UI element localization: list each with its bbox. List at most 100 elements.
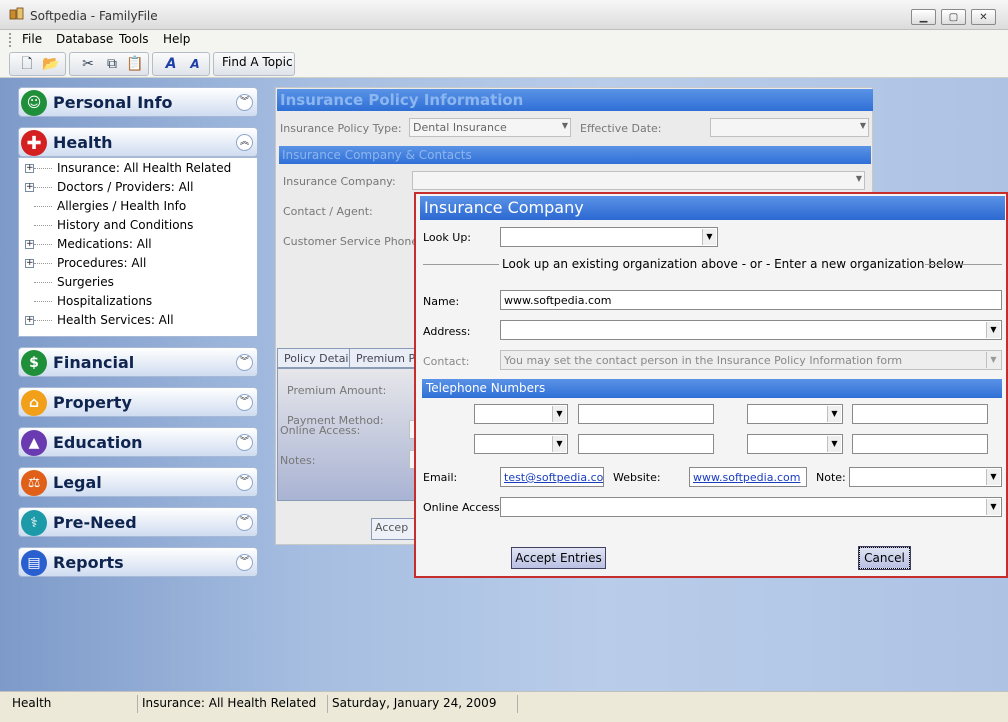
website-input[interactable]: www.softpedia.com	[689, 467, 807, 487]
report-icon: ▤	[21, 550, 47, 576]
paste-icon[interactable]: 📋	[126, 56, 144, 73]
tree-line	[34, 263, 52, 264]
chevron-down-icon[interactable]: ︾	[236, 94, 253, 111]
chevron-up-icon[interactable]: ︽	[236, 134, 253, 151]
effective-date-field[interactable]: ▼	[710, 118, 869, 137]
name-input[interactable]: www.softpedia.com	[500, 290, 1002, 310]
address-label: Address:	[423, 325, 471, 338]
close-button[interactable]: ✕	[971, 9, 996, 25]
expand-icon[interactable]: +	[25, 240, 34, 249]
close-icon: ✕	[979, 11, 988, 23]
maximize-button[interactable]: ▢	[941, 9, 966, 25]
health-item-allergies[interactable]: Allergies / Health Info	[57, 199, 186, 213]
tree-line	[34, 168, 52, 169]
phone-number-input-1[interactable]	[578, 404, 714, 424]
font-larger-icon[interactable]: A	[162, 56, 180, 73]
website-label: Website:	[613, 471, 661, 484]
dollar-icon: $	[21, 350, 47, 376]
health-item-surgeries[interactable]: Surgeries	[57, 275, 114, 289]
dropdown-arrow-icon: ▼	[552, 436, 566, 452]
menu-help[interactable]: Help	[163, 32, 190, 46]
menu-tools[interactable]: Tools	[119, 32, 149, 46]
nav-section-pre-need[interactable]: ⚕ Pre-Need ︾	[18, 507, 258, 537]
menu-database[interactable]: Database	[56, 32, 113, 46]
divider-line-left	[423, 264, 499, 265]
customer-service-phone-label: Customer Service Phone:	[283, 235, 422, 248]
lookup-divider-text: Look up an existing organization above -…	[502, 257, 964, 271]
nav-section-education[interactable]: ▲ Education ︾	[18, 427, 258, 457]
health-item-insurance[interactable]: Insurance: All Health Related	[57, 161, 231, 175]
menu-file[interactable]: File	[22, 32, 42, 46]
dialog-title: Insurance Company	[420, 196, 1005, 220]
expand-icon[interactable]: +	[25, 259, 34, 268]
lookup-label: Look Up:	[423, 231, 472, 244]
accept-button-background[interactable]: Accep	[371, 518, 415, 540]
nav-section-reports[interactable]: ▤ Reports ︾	[18, 547, 258, 577]
dropdown-arrow-icon: ▼	[561, 121, 568, 130]
phone-type-select-2[interactable]: ▼	[747, 404, 843, 424]
phone-number-input-2[interactable]	[852, 404, 988, 424]
chevron-down-icon[interactable]: ︾	[236, 354, 253, 371]
open-folder-icon[interactable]: 📂	[42, 56, 60, 73]
expand-icon[interactable]: +	[25, 316, 34, 325]
health-item-hospitalizations[interactable]: Hospitalizations	[57, 294, 152, 308]
chevron-down-icon[interactable]: ︾	[236, 434, 253, 451]
chevron-down-icon[interactable]: ︾	[236, 394, 253, 411]
phone-number-input-4[interactable]	[852, 434, 988, 454]
red-cross-icon: ✚	[21, 130, 47, 156]
font-smaller-icon[interactable]: A	[186, 56, 204, 73]
contact-select[interactable]: You may set the contact person in the In…	[500, 350, 1002, 370]
policy-form-title: Insurance Policy Information	[277, 89, 873, 111]
find-topic-label[interactable]: Find A Topic	[222, 55, 293, 69]
premium-amount-label: Premium Amount:	[287, 384, 387, 397]
telephone-numbers-header: Telephone Numbers	[422, 379, 1002, 398]
toolbar-file-group: 🗋 📂	[9, 52, 66, 76]
health-item-medications[interactable]: Medications: All	[57, 237, 152, 251]
policy-type-select[interactable]: Dental Insurance ▼	[409, 118, 571, 137]
effective-date-label: Effective Date:	[580, 122, 662, 135]
chevron-down-icon[interactable]: ︾	[236, 514, 253, 531]
nav-section-legal[interactable]: ⚖ Legal ︾	[18, 467, 258, 497]
nav-section-health[interactable]: ✚ Health ︽	[18, 127, 258, 157]
health-item-doctors[interactable]: Doctors / Providers: All	[57, 180, 193, 194]
expand-icon[interactable]: +	[25, 183, 34, 192]
cut-icon[interactable]: ✂	[79, 56, 97, 73]
phone-number-input-3[interactable]	[578, 434, 714, 454]
accept-entries-button[interactable]: Accept Entries	[511, 547, 606, 569]
health-item-health-services[interactable]: Health Services: All	[57, 313, 174, 327]
website-link[interactable]: www.softpedia.com	[693, 471, 800, 484]
expand-icon[interactable]: +	[25, 164, 34, 173]
nav-section-personal-info[interactable]: ☺ Personal Info ︾	[18, 87, 258, 117]
online-access-select[interactable]: ▼	[500, 497, 1002, 517]
cancel-button[interactable]: Cancel	[858, 546, 911, 570]
menu-bar: File Database Tools Help	[0, 30, 1008, 50]
dropdown-arrow-icon: ▼	[552, 406, 566, 422]
health-item-history[interactable]: History and Conditions	[57, 218, 193, 232]
copy-icon[interactable]: ⧉	[103, 56, 121, 73]
chevron-down-icon[interactable]: ︾	[236, 554, 253, 571]
online-access-label: Online Access:	[423, 501, 504, 514]
chevron-down-icon[interactable]: ︾	[236, 474, 253, 491]
minimize-button[interactable]: ▁	[911, 9, 936, 25]
email-label: Email:	[423, 471, 458, 484]
dropdown-arrow-icon: ▼	[986, 499, 1000, 515]
health-item-procedures[interactable]: Procedures: All	[57, 256, 146, 270]
tab-premium-payment[interactable]: Premium Pay	[349, 348, 415, 368]
nav-section-property[interactable]: ⌂ Property ︾	[18, 387, 258, 417]
insurance-company-select[interactable]: ▼	[412, 171, 865, 190]
phone-type-select-3[interactable]: ▼	[474, 434, 568, 454]
address-select[interactable]: ▼	[500, 320, 1002, 340]
scales-icon: ⚖	[21, 470, 47, 496]
email-link[interactable]: test@softpedia.com	[504, 471, 603, 484]
note-select[interactable]: ▼	[849, 467, 1002, 487]
phone-type-select-4[interactable]: ▼	[747, 434, 843, 454]
status-item: Insurance: All Health Related	[138, 695, 328, 713]
email-input[interactable]: test@softpedia.com	[500, 467, 604, 487]
new-document-icon[interactable]: 🗋	[18, 56, 36, 73]
phone-type-select-1[interactable]: ▼	[474, 404, 568, 424]
status-date: Saturday, January 24, 2009	[328, 695, 518, 713]
nav-section-financial[interactable]: $ Financial ︾	[18, 347, 258, 377]
policy-type-label: Insurance Policy Type:	[280, 122, 402, 135]
graduation-cap-icon: ▲	[21, 430, 47, 456]
lookup-select[interactable]: ▼	[500, 227, 718, 247]
